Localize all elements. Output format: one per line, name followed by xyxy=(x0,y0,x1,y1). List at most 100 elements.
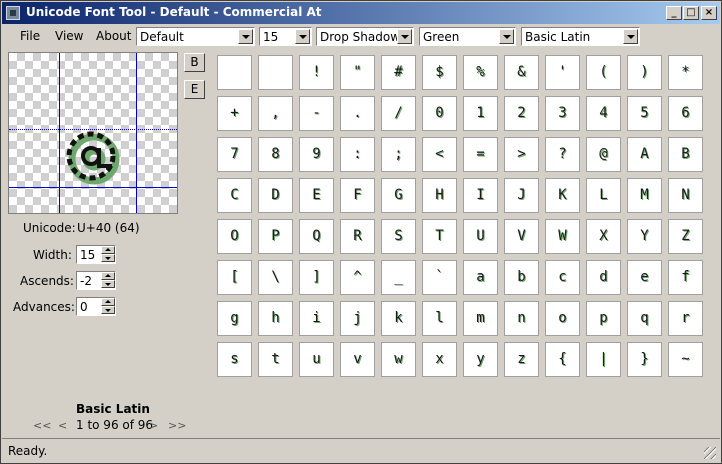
glyph-preview-canvas[interactable] xyxy=(8,52,178,214)
glyph-cell[interactable]: 1 xyxy=(463,96,498,131)
glyph-cell[interactable]: r xyxy=(668,301,703,336)
glyph-cell[interactable]: R xyxy=(340,219,375,254)
first-page-button[interactable]: << xyxy=(33,419,51,432)
increment-icon[interactable] xyxy=(101,272,115,280)
increment-icon[interactable] xyxy=(101,246,115,254)
glyph-cell[interactable]: m xyxy=(463,301,498,336)
glyph-cell[interactable]: / xyxy=(381,96,416,131)
glyph-cell[interactable]: > xyxy=(504,137,539,172)
glyph-cell[interactable]: M xyxy=(627,178,662,213)
glyph-cell-selected[interactable]: @ xyxy=(586,137,621,172)
glyph-cell[interactable]: O xyxy=(217,219,252,254)
glyph-cell[interactable]: 4 xyxy=(586,96,621,131)
effect-select[interactable]: Drop Shadow xyxy=(316,27,414,46)
glyph-cell[interactable]: z xyxy=(504,342,539,377)
decrement-icon[interactable] xyxy=(101,254,115,262)
glyph-cell[interactable]: P xyxy=(258,219,293,254)
glyph-cell[interactable]: " xyxy=(340,55,375,90)
glyph-cell[interactable]: 7 xyxy=(217,137,252,172)
maximize-button[interactable]: □ xyxy=(683,6,699,20)
glyph-cell[interactable]: & xyxy=(504,55,539,90)
glyph-cell[interactable]: p xyxy=(586,301,621,336)
glyph-cell[interactable]: = xyxy=(463,137,498,172)
glyph-cell[interactable]: | xyxy=(586,342,621,377)
glyph-cell[interactable] xyxy=(217,55,252,90)
glyph-cell[interactable]: I xyxy=(463,178,498,213)
prev-page-button[interactable]: < xyxy=(58,419,67,432)
glyph-cell[interactable]: ] xyxy=(299,260,334,295)
glyph-cell[interactable]: [ xyxy=(217,260,252,295)
glyph-cell[interactable]: o xyxy=(545,301,580,336)
ascends-stepper[interactable]: -2 xyxy=(76,271,116,290)
glyph-cell[interactable]: < xyxy=(422,137,457,172)
chevron-down-icon[interactable] xyxy=(397,29,412,44)
glyph-cell[interactable]: q xyxy=(627,301,662,336)
glyph-cell[interactable]: S xyxy=(381,219,416,254)
glyph-cell[interactable]: ( xyxy=(586,55,621,90)
increment-icon[interactable] xyxy=(101,298,115,306)
menu-about[interactable]: About xyxy=(96,29,131,43)
glyph-cell[interactable]: } xyxy=(627,342,662,377)
glyph-cell[interactable]: , xyxy=(258,96,293,131)
width-stepper[interactable]: 15 xyxy=(76,245,116,264)
glyph-cell[interactable]: % xyxy=(463,55,498,90)
resize-grip-icon[interactable] xyxy=(704,447,716,459)
glyph-cell[interactable]: g xyxy=(217,301,252,336)
glyph-cell[interactable]: h xyxy=(258,301,293,336)
glyph-cell[interactable]: 2 xyxy=(504,96,539,131)
glyph-cell[interactable]: 0 xyxy=(422,96,457,131)
glyph-cell[interactable]: 8 xyxy=(258,137,293,172)
glyph-cell[interactable]: n xyxy=(504,301,539,336)
glyph-cell[interactable]: Q xyxy=(299,219,334,254)
glyph-cell[interactable]: X xyxy=(586,219,621,254)
glyph-cell[interactable]: A xyxy=(627,137,662,172)
chevron-down-icon[interactable] xyxy=(623,29,638,44)
glyph-cell[interactable]: Y xyxy=(627,219,662,254)
glyph-cell[interactable]: ) xyxy=(627,55,662,90)
glyph-cell[interactable]: N xyxy=(668,178,703,213)
glyph-cell[interactable]: c xyxy=(545,260,580,295)
glyph-cell[interactable]: C xyxy=(217,178,252,213)
glyph-cell[interactable]: ' xyxy=(545,55,580,90)
glyph-cell[interactable]: 9 xyxy=(299,137,334,172)
glyph-cell[interactable]: l xyxy=(422,301,457,336)
next-page-button[interactable]: > xyxy=(149,419,158,432)
glyph-cell[interactable]: a xyxy=(463,260,498,295)
glyph-cell[interactable]: G xyxy=(381,178,416,213)
glyph-cell[interactable]: b xyxy=(504,260,539,295)
glyph-cell[interactable]: E xyxy=(299,178,334,213)
glyph-cell[interactable]: F xyxy=(340,178,375,213)
glyph-cell[interactable]: k xyxy=(381,301,416,336)
last-page-button[interactable]: >> xyxy=(168,419,186,432)
glyph-cell[interactable]: K xyxy=(545,178,580,213)
glyph-cell[interactable]: \ xyxy=(258,260,293,295)
advances-stepper[interactable]: 0 xyxy=(76,297,116,316)
glyph-cell[interactable]: ? xyxy=(545,137,580,172)
glyph-cell[interactable]: _ xyxy=(381,260,416,295)
glyph-cell[interactable]: U xyxy=(463,219,498,254)
color-select[interactable]: Green xyxy=(419,27,516,46)
menu-file[interactable]: File xyxy=(20,29,40,43)
block-select[interactable]: Basic Latin xyxy=(521,27,640,46)
glyph-cell[interactable]: L xyxy=(586,178,621,213)
glyph-cell[interactable]: ; xyxy=(381,137,416,172)
glyph-cell[interactable]: - xyxy=(299,96,334,131)
glyph-cell[interactable]: D xyxy=(258,178,293,213)
glyph-cell[interactable]: ! xyxy=(299,55,334,90)
glyph-cell[interactable]: + xyxy=(217,96,252,131)
font-select[interactable]: Default xyxy=(136,27,255,46)
glyph-cell[interactable]: 3 xyxy=(545,96,580,131)
glyph-cell[interactable]: j xyxy=(340,301,375,336)
glyph-cell[interactable]: T xyxy=(422,219,457,254)
glyph-cell[interactable]: * xyxy=(668,55,703,90)
title-bar[interactable]: Unicode Font Tool - Default - Commercial… xyxy=(2,2,720,24)
glyph-cell[interactable]: x xyxy=(422,342,457,377)
size-select[interactable]: 15 xyxy=(259,27,312,46)
glyph-cell[interactable]: $ xyxy=(422,55,457,90)
chevron-down-icon[interactable] xyxy=(238,29,253,44)
glyph-cell[interactable]: { xyxy=(545,342,580,377)
glyph-cell[interactable]: H xyxy=(422,178,457,213)
glyph-cell[interactable]: y xyxy=(463,342,498,377)
glyph-cell[interactable]: Z xyxy=(668,219,703,254)
bold-toggle-button[interactable]: B xyxy=(184,53,205,72)
